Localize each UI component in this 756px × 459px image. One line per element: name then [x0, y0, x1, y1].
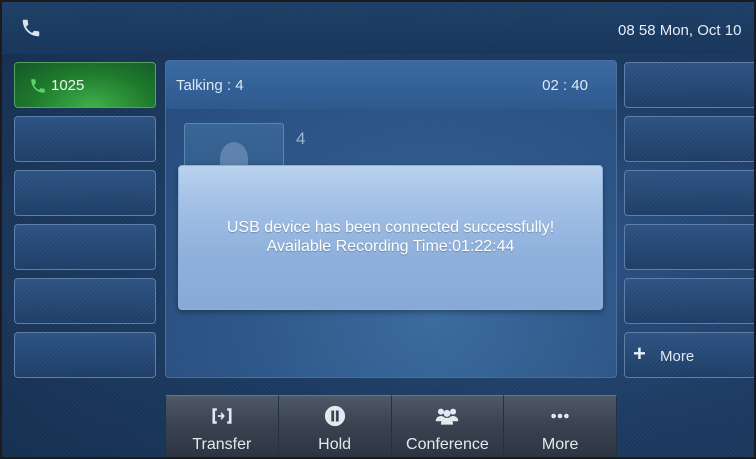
- popup-line-1: USB device has been connected successful…: [226, 219, 555, 236]
- line-key-5[interactable]: [14, 278, 156, 324]
- hold-label: Hold: [318, 436, 352, 453]
- transfer-label: Transfer: [192, 436, 252, 453]
- more-dots-icon: [551, 413, 569, 419]
- more-label: More: [541, 436, 579, 453]
- more-line-keys-button[interactable]: + More: [624, 332, 754, 378]
- popup-line-2: Available Recording Time:01:22:44: [266, 238, 515, 255]
- status-bar: 08 58 Mon, Oct 10: [2, 2, 754, 54]
- call-status: Talking : 4: [176, 77, 244, 94]
- pause-icon: [324, 405, 345, 427]
- handset-icon: [31, 79, 45, 93]
- line-key-right-3[interactable]: [624, 170, 754, 216]
- conference-label: Conference: [406, 436, 489, 453]
- phone-screen: 08 58 Mon, Oct 10 1025 + More Talking : …: [0, 0, 756, 459]
- usb-connected-popup: USB device has been connected successful…: [178, 165, 603, 310]
- line-key-right-2[interactable]: [624, 116, 754, 162]
- line-key-right-4[interactable]: [624, 224, 754, 270]
- contact-name: 4: [296, 129, 306, 148]
- line-key-1025[interactable]: 1025: [14, 62, 156, 108]
- line-key-right-5[interactable]: [624, 278, 754, 324]
- handset-icon: [22, 19, 40, 37]
- call-header: Talking : 4 02 : 40: [166, 61, 616, 109]
- popup-message: USB device has been connected successful…: [179, 218, 602, 256]
- hold-button[interactable]: Hold: [278, 395, 392, 457]
- more-button[interactable]: More: [504, 395, 617, 457]
- line-key-right-1[interactable]: [624, 62, 754, 108]
- line-key-3[interactable]: [14, 170, 156, 216]
- call-timer: 02 : 40: [542, 77, 588, 94]
- more-label: More: [660, 348, 695, 365]
- line-key-2[interactable]: [14, 116, 156, 162]
- line-key-4[interactable]: [14, 224, 156, 270]
- conference-icon: [436, 408, 459, 425]
- transfer-icon: [212, 408, 232, 424]
- plus-icon: +: [633, 341, 646, 366]
- conference-button[interactable]: Conference: [391, 395, 505, 457]
- line-key-6[interactable]: [14, 332, 156, 378]
- softkey-bar: Transfer Hold Conference More: [165, 395, 617, 457]
- date-time: 08 58 Mon, Oct 10: [618, 22, 742, 39]
- line-key-label: 1025: [51, 77, 85, 94]
- transfer-button[interactable]: Transfer: [165, 395, 279, 457]
